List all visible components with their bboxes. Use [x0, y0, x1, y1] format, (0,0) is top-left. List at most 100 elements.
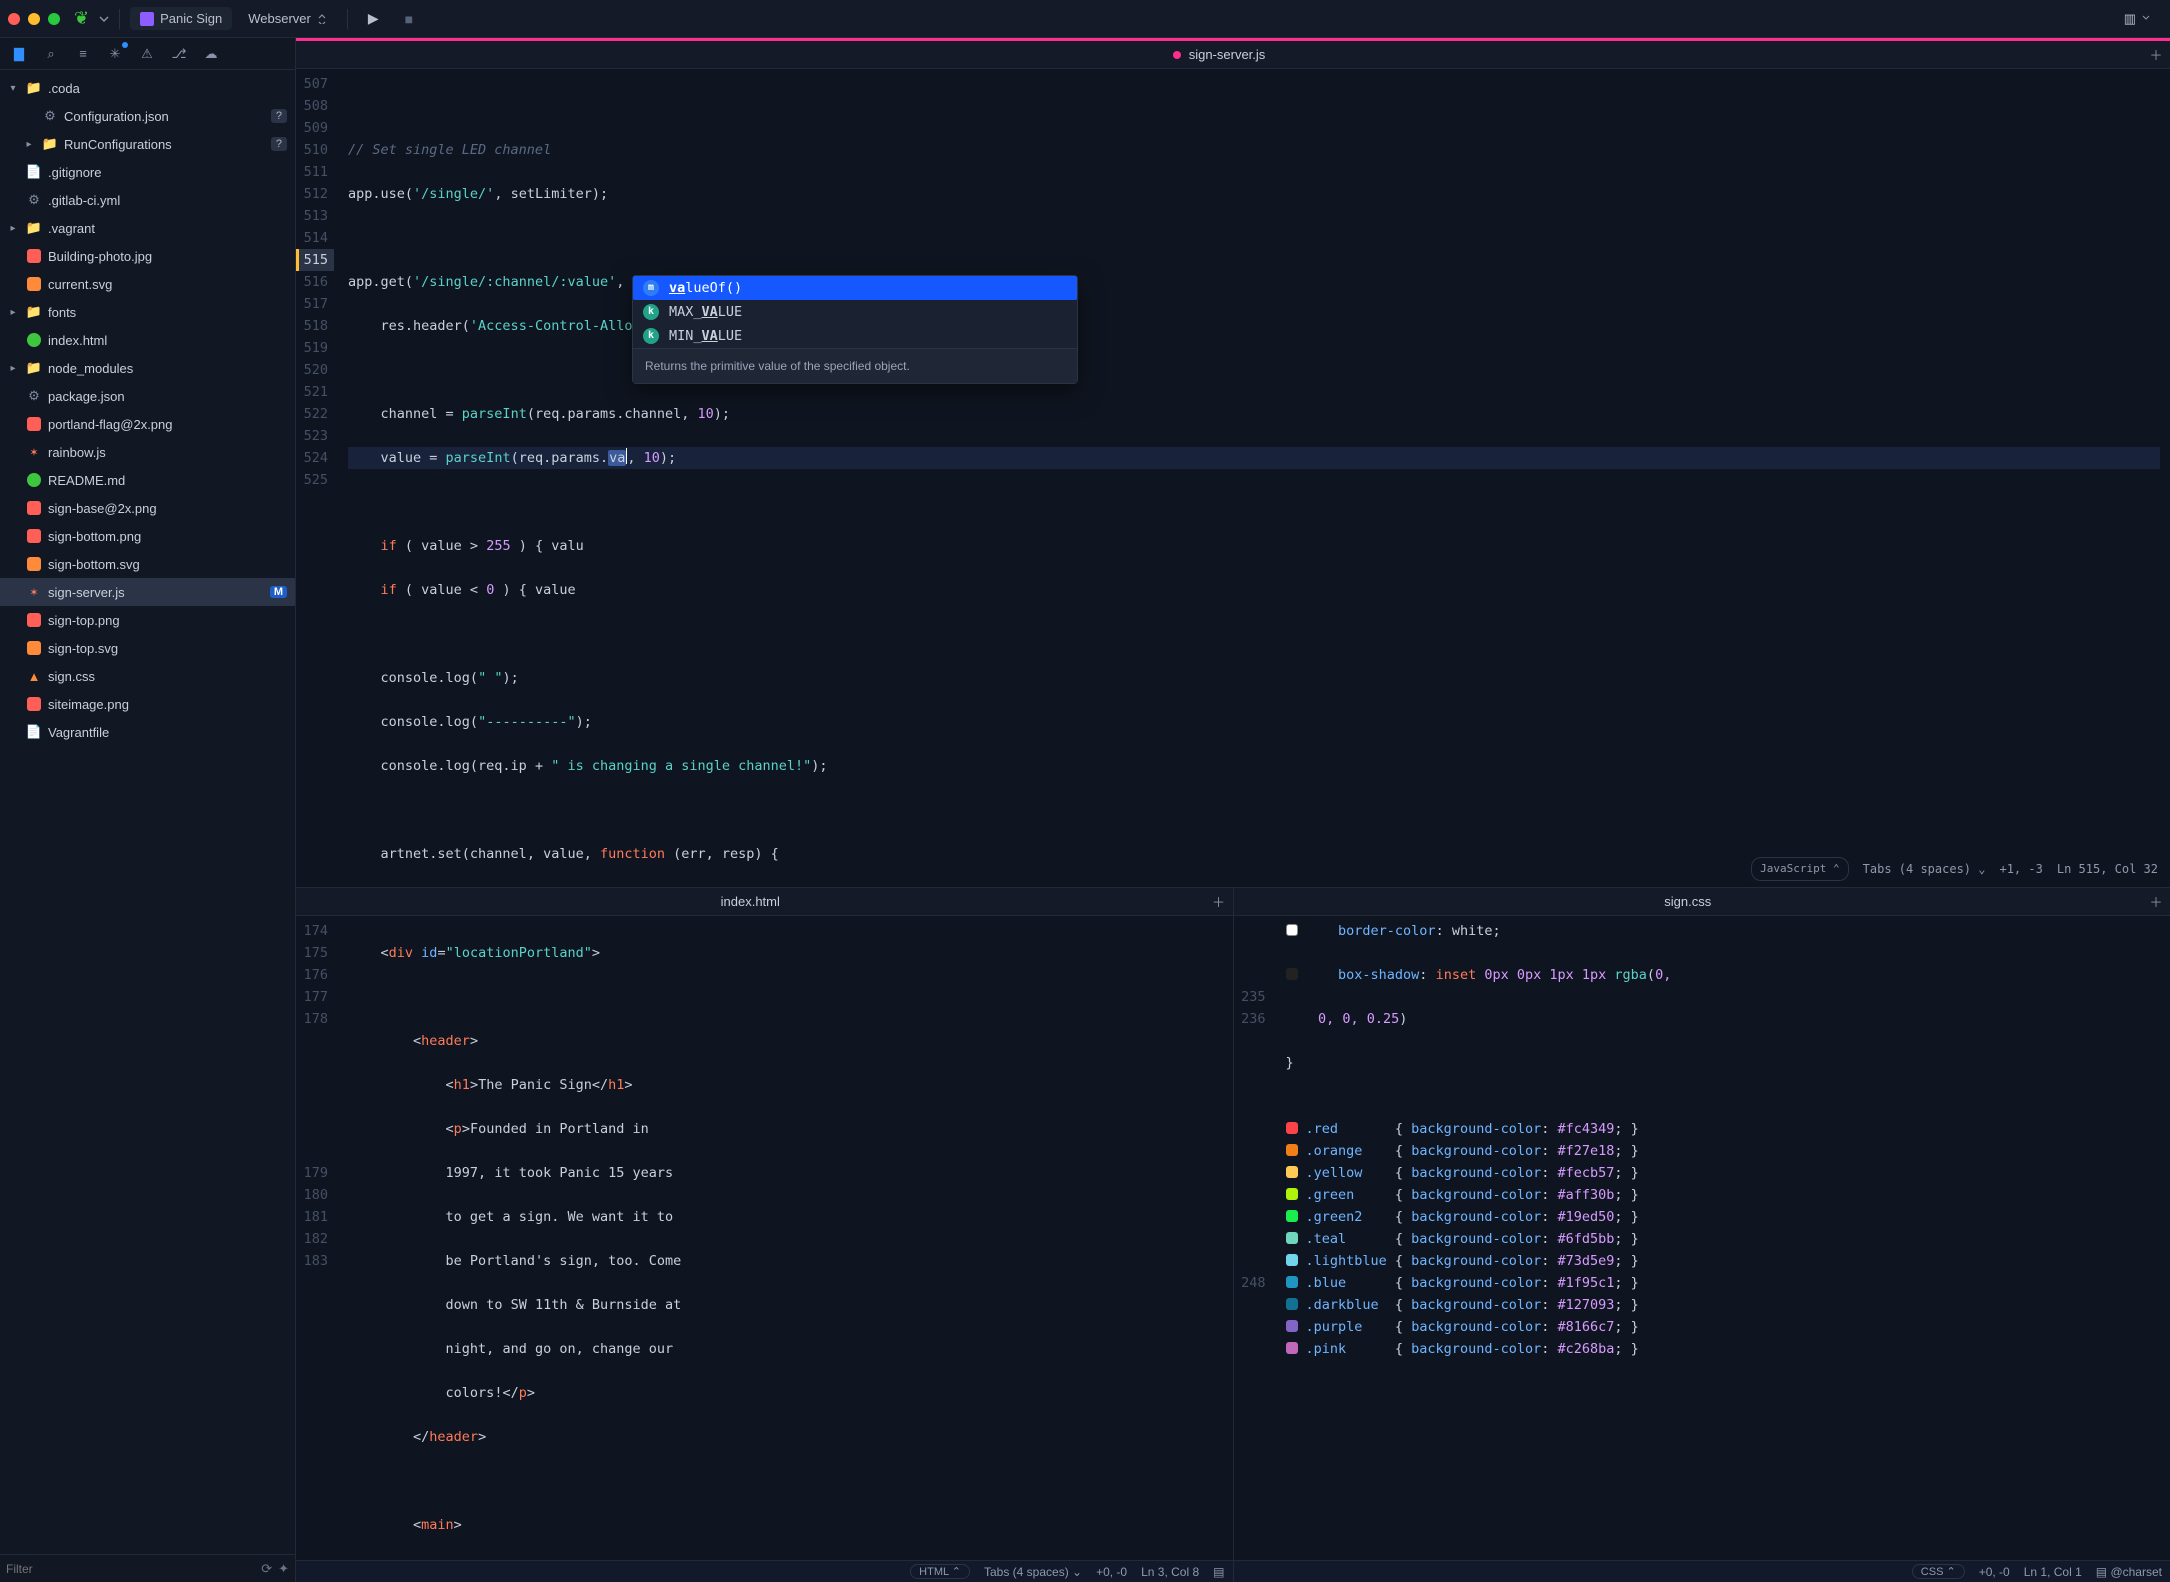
lang-selector[interactable]: CSS ⌃	[1912, 1564, 1965, 1579]
kind-icon: k	[643, 328, 659, 344]
image-icon	[27, 417, 41, 431]
zoom-window-button[interactable]	[48, 13, 60, 25]
disclosure-triangle-icon[interactable]: ▸	[6, 363, 20, 374]
code-content[interactable]: <div id="locationPortland"> <header> <h1…	[344, 916, 1233, 1560]
search-icon: ⌕	[47, 46, 54, 62]
file-icon: 📄	[26, 164, 42, 180]
tree-row[interactable]: ✶sign-server.jsM	[0, 578, 295, 606]
chevron-down-icon[interactable]	[99, 14, 109, 24]
minimize-window-button[interactable]	[28, 13, 40, 25]
tree-row[interactable]: sign-bottom.svg	[0, 550, 295, 578]
stop-button[interactable]: ■	[395, 7, 423, 31]
tree-row[interactable]: ⚙Configuration.json?	[0, 102, 295, 130]
image-icon	[27, 249, 41, 263]
sidebar-tab-issues[interactable]: ⚠	[132, 40, 162, 68]
encoding-selector[interactable]: ▤ @charset	[2096, 1565, 2162, 1579]
tree-row[interactable]: ▸📁.vagrant	[0, 214, 295, 242]
tree-row[interactable]: README.md	[0, 466, 295, 494]
css-icon: ▲	[26, 668, 42, 684]
tree-row[interactable]: ▲ sign.css	[0, 662, 295, 690]
disclosure-triangle-icon[interactable]: ▾	[6, 83, 20, 94]
cursor-position: Ln 3, Col 8	[1141, 1565, 1199, 1579]
editor-tab[interactable]: index.html	[296, 894, 1205, 909]
modified-badge: M	[270, 586, 287, 598]
cursor-position: Ln 1, Col 1	[2024, 1565, 2082, 1579]
sidebar-tab-files[interactable]: ▇	[4, 40, 34, 68]
tree-row[interactable]: Building-photo.jpg	[0, 242, 295, 270]
autocomplete-item[interactable]: mvalueOf()	[633, 276, 1077, 300]
disclosure-triangle-icon[interactable]: ▸	[22, 139, 36, 150]
tree-row-label: node_modules	[48, 361, 133, 376]
sidebar-tab-search[interactable]: ⌕	[36, 40, 66, 68]
tree-row[interactable]: ⚙package.json	[0, 382, 295, 410]
line-gutter: 174175176177178 179180181182183	[296, 916, 344, 1560]
tree-row[interactable]: ▸📁node_modules	[0, 354, 295, 382]
close-window-button[interactable]	[8, 13, 20, 25]
editor-status-overlay: JavaScript ⌃ Tabs (4 spaces) ⌄ +1, -3 Ln…	[1745, 855, 2164, 883]
tree-row[interactable]: ✶rainbow.js	[0, 438, 295, 466]
tree-row[interactable]: 📄Vagrantfile	[0, 718, 295, 746]
gear-icon: ⚙	[26, 388, 42, 404]
autocomplete-popup[interactable]: mvalueOf()kMAX_VALUEkMIN_VALUEReturns th…	[632, 275, 1078, 384]
new-tab-button[interactable]: ＋	[2142, 45, 2170, 64]
tree-row[interactable]: ▾📁.coda	[0, 74, 295, 102]
chevron-down-icon	[2142, 14, 2152, 24]
editor-tab[interactable]: sign.css	[1234, 894, 2143, 909]
status-badge: ?	[271, 109, 287, 123]
code-content[interactable]: border-color: white; box-shadow: inset 0…	[1282, 916, 2170, 1560]
titlebar: ❦ Panic Sign Webserver ▶ ■ ▥	[0, 0, 2170, 38]
layout-button[interactable]: ▥	[2114, 7, 2162, 31]
svg-icon	[27, 557, 41, 571]
tree-row[interactable]: ▸📁fonts	[0, 298, 295, 326]
tree-row[interactable]: sign-bottom.png	[0, 522, 295, 550]
sidebar-tab-scm[interactable]: ⎇	[164, 40, 194, 68]
separator	[347, 9, 348, 29]
new-tab-button[interactable]: ＋	[1205, 892, 1233, 911]
autocomplete-item[interactable]: kMAX_VALUE	[633, 300, 1077, 324]
code-editor[interactable]: 5075085095105115125135145155165175185195…	[296, 69, 2170, 887]
sidebar-tab-outline[interactable]: ≡	[68, 40, 98, 68]
tree-row[interactable]: index.html	[0, 326, 295, 354]
tree-row-label: sign-top.svg	[48, 641, 118, 656]
tree-row[interactable]: ▸📁RunConfigurations?	[0, 130, 295, 158]
filter-input[interactable]	[6, 1562, 255, 1576]
refresh-icon[interactable]: ⟳	[261, 1561, 272, 1577]
tree-row[interactable]: sign-top.svg	[0, 634, 295, 662]
cloud-icon: ☁	[205, 46, 218, 62]
tree-row[interactable]: current.svg	[0, 270, 295, 298]
code-editor[interactable]: 174175176177178 179180181182183 <div id=…	[296, 916, 1233, 1560]
lang-selector[interactable]: HTML ⌃	[910, 1564, 970, 1579]
lang-selector[interactable]: JavaScript ⌃	[1751, 857, 1848, 881]
disclosure-triangle-icon[interactable]: ▸	[6, 223, 20, 234]
disclosure-triangle-icon[interactable]: ▸	[6, 307, 20, 318]
sidebar-tab-cloud[interactable]: ☁	[196, 40, 226, 68]
tree-row-label: sign.css	[48, 669, 95, 684]
tree-row[interactable]: portland-flag@2x.png	[0, 410, 295, 438]
tree-row[interactable]: ⚙.gitlab-ci.yml	[0, 186, 295, 214]
image-icon	[27, 697, 41, 711]
tree-row[interactable]: 📄.gitignore	[0, 158, 295, 186]
tree-row[interactable]: sign-top.png	[0, 606, 295, 634]
run-button[interactable]: ▶	[358, 6, 389, 31]
code-content[interactable]: // Set single LED channel app.use('/sing…	[344, 69, 2170, 887]
kind-icon: m	[643, 280, 659, 296]
tree-row[interactable]: sign-base@2x.png	[0, 494, 295, 522]
editor-tab[interactable]: sign-server.js	[296, 47, 2142, 62]
code-editor[interactable]: 235236 248 border-color: white; box-shad…	[1234, 916, 2170, 1560]
tree-row[interactable]: siteimage.png	[0, 690, 295, 718]
indent-selector[interactable]: Tabs (4 spaces) ⌄	[1863, 858, 1986, 880]
tree-row-label: sign-bottom.png	[48, 529, 141, 544]
indent-selector[interactable]: Tabs (4 spaces) ⌄	[984, 1565, 1082, 1579]
file-tree[interactable]: ▾📁.coda⚙Configuration.json?▸📁RunConfigur…	[0, 70, 295, 1554]
editor-area: sign-server.js ＋ 50750850951051151251351…	[296, 38, 2170, 1582]
sidebar-tab-symbols[interactable]: ✳	[100, 40, 130, 68]
new-tab-button[interactable]: ＋	[2142, 892, 2170, 911]
autocomplete-item[interactable]: kMIN_VALUE	[633, 324, 1077, 348]
breadcrumb-icon[interactable]: ▤	[1213, 1565, 1224, 1579]
run-target-selector[interactable]: Webserver	[238, 7, 337, 30]
settings-icon[interactable]: ✦	[278, 1561, 289, 1577]
tree-row-label: sign-base@2x.png	[48, 501, 157, 516]
project-selector[interactable]: Panic Sign	[130, 7, 232, 30]
filter-bar: ⟳ ✦	[0, 1554, 295, 1582]
svg-icon	[27, 641, 41, 655]
